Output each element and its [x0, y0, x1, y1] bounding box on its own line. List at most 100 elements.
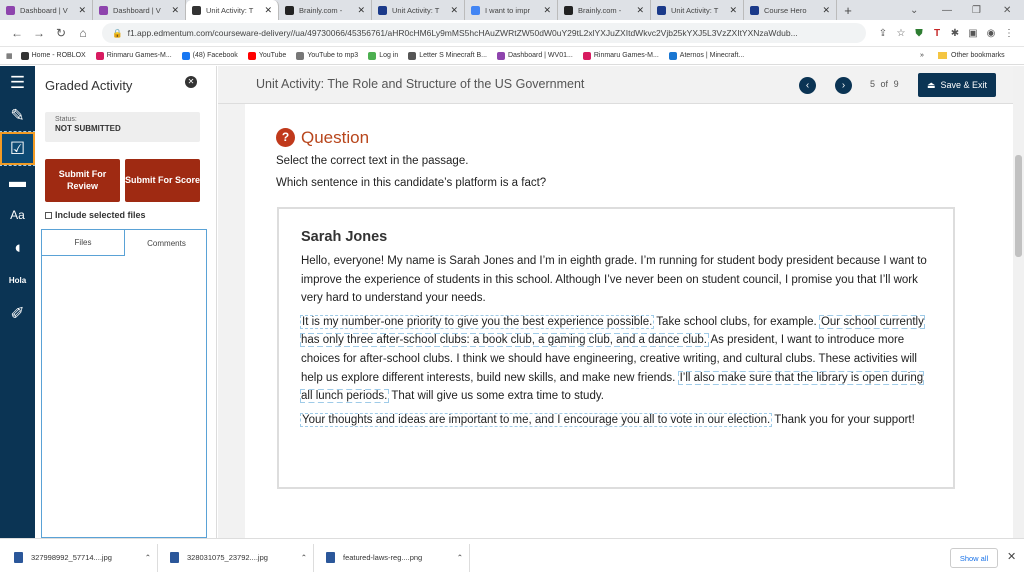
bookmark-item[interactable]: Rinmaru Games-M... — [582, 51, 659, 60]
page-indicator: 5 of 9 — [870, 79, 899, 89]
bookmark-favicon-icon — [247, 51, 256, 60]
text-to-speech-icon[interactable]: ◖ — [0, 231, 35, 264]
tab-files[interactable]: Files — [42, 230, 125, 256]
home-icon[interactable]: ⌂ — [72, 26, 94, 40]
scroll-thumb[interactable] — [1015, 155, 1022, 257]
browser-tab[interactable]: Dashboard | V ✕ — [0, 0, 93, 20]
browser-tab[interactable]: I want to impr ✕ — [465, 0, 558, 20]
list-menu-icon[interactable]: ☰ — [0, 66, 35, 99]
reload-icon[interactable]: ↻ — [50, 26, 72, 40]
tab-close-icon[interactable]: ✕ — [636, 5, 644, 16]
status-box: Status: NOT SUBMITTED — [45, 112, 200, 142]
passage-box: Sarah Jones Hello, everyone! My name is … — [277, 207, 955, 489]
download-filename: featured-laws-reg....png — [343, 553, 423, 562]
tab-favicon-icon — [285, 5, 294, 15]
bookmark-label: YouTube to mp3 — [307, 52, 359, 59]
tab-title: Unit Activity: T — [206, 5, 254, 15]
tab-close-icon[interactable]: ✕ — [357, 5, 365, 16]
close-downloads-icon[interactable]: ✕ — [1007, 550, 1016, 563]
dictionary-icon[interactable]: Aa — [0, 198, 35, 231]
extensions-puzzle-icon[interactable]: ✱ — [946, 28, 964, 39]
bookmark-star-icon[interactable]: ☆ — [892, 28, 910, 39]
highlighter-icon[interactable]: ✐ — [0, 297, 35, 330]
graded-activity-icon[interactable]: ☑ — [0, 131, 36, 166]
extension-tp-icon[interactable]: T — [928, 28, 946, 39]
selectable-sentence[interactable]: Your thoughts and ideas are important to… — [299, 412, 773, 427]
browser-tab[interactable]: Unit Activity: T ✕ — [651, 0, 744, 20]
bookmark-item[interactable]: YouTube to mp3 — [296, 51, 359, 60]
submit-for-review-button[interactable]: Submit For Review — [45, 159, 120, 202]
other-bookmarks[interactable]: Other bookmarks — [938, 52, 1005, 59]
shield-extension-icon[interactable]: ⛊ — [910, 28, 928, 39]
download-item[interactable]: 328031075_23792....jpg ⌃ — [164, 543, 314, 572]
tab-close-icon[interactable]: ✕ — [264, 5, 272, 16]
folder-icon[interactable]: ▬ — [0, 165, 35, 198]
more-bookmarks-icon[interactable]: » — [920, 52, 924, 59]
chevron-up-icon[interactable]: ⌃ — [145, 553, 151, 562]
forward-icon[interactable]: → — [28, 26, 50, 40]
tab-close-icon[interactable]: ✕ — [729, 5, 737, 16]
side-panel-icon[interactable]: ▣ — [964, 28, 982, 39]
tab-close-icon[interactable]: ✕ — [543, 5, 551, 16]
menu-kebab-icon[interactable]: ⋮ — [1000, 28, 1018, 39]
bookmark-favicon-icon — [368, 51, 377, 60]
next-page-icon[interactable]: › — [835, 77, 852, 94]
bookmark-item[interactable]: Rinmaru Games-M... — [95, 51, 172, 60]
notepad-icon[interactable]: ✎ — [0, 99, 35, 132]
bookmark-item[interactable]: Log in — [368, 51, 399, 60]
translate-hola-icon[interactable]: Hola — [0, 264, 35, 297]
tab-search-icon[interactable]: ⌄ — [910, 0, 918, 20]
tab-title: Unit Activity: T — [392, 5, 440, 15]
show-all-button[interactable]: Show all — [950, 548, 998, 568]
tab-close-icon[interactable]: ✕ — [171, 5, 179, 16]
browser-tab[interactable]: Dashboard | V ✕ — [93, 0, 186, 20]
save-exit-button[interactable]: ⏏ Save & Exit — [918, 73, 996, 97]
bookmark-item[interactable]: YouTube — [247, 51, 286, 60]
bookmark-label: Log in — [379, 52, 399, 59]
unit-title: Unit Activity: The Role and Structure of… — [256, 77, 585, 91]
tab-close-icon[interactable]: ✕ — [450, 5, 458, 16]
close-panel-icon[interactable]: ✕ — [185, 76, 197, 88]
bookmark-item[interactable]: Dashboard | WV01... — [496, 51, 573, 60]
question-label: Question — [301, 128, 370, 147]
url-field[interactable]: 🔒 f1.app.edmentum.com/courseware-delivery… — [102, 23, 866, 43]
static-sentence: That will give us some extra time to stu… — [391, 390, 604, 403]
tab-title: I want to impr — [485, 5, 531, 15]
page-scrollbar[interactable] — [1013, 66, 1024, 538]
bookmark-label: (48) Facebook — [192, 52, 238, 59]
submit-for-score-button[interactable]: Submit For Score — [125, 159, 200, 202]
browser-tab[interactable]: Unit Activity: T ✕ — [186, 0, 279, 20]
bookmark-item[interactable]: Letter S Minecraft B... — [408, 51, 487, 60]
chevron-up-icon[interactable]: ⌃ — [457, 553, 463, 562]
tab-close-icon[interactable]: ✕ — [78, 5, 86, 16]
bookmark-item[interactable]: (48) Facebook — [181, 51, 238, 60]
tab-favicon-icon — [6, 5, 15, 15]
page-current: 5 — [870, 79, 876, 89]
restore-icon[interactable]: ❐ — [972, 0, 981, 20]
browser-tab[interactable]: Course Hero ✕ — [744, 0, 837, 20]
previous-page-icon[interactable]: ‹ — [799, 77, 816, 94]
close-window-icon[interactable]: ✕ — [1003, 0, 1011, 20]
bookmark-item[interactable]: Aternos | Minecraft... — [668, 51, 744, 60]
browser-tab[interactable]: Brainly.com - ✕ — [558, 0, 651, 20]
lock-icon: 🔒 — [112, 27, 123, 38]
back-icon[interactable]: ← — [6, 26, 28, 40]
include-files-checkbox[interactable] — [45, 211, 52, 219]
new-tab-button[interactable]: + — [837, 0, 859, 20]
edmentum-app: ☰ ✎ ☑ ▬ Aa ◖ Hola ✐ Graded Activity ✕ St… — [0, 66, 1024, 538]
bookmarks-bar: ▦ Home - ROBLOX Rinmaru Games-M... (48) Fa… — [0, 47, 1024, 65]
browser-tab[interactable]: Unit Activity: T ✕ — [372, 0, 465, 20]
download-item[interactable]: featured-laws-reg....png ⌃ — [320, 543, 470, 572]
share-icon[interactable]: ⇪ — [874, 28, 892, 39]
download-filename: 327998992_57714....jpg — [31, 553, 112, 562]
bookmark-item[interactable]: Home - ROBLOX — [20, 51, 86, 60]
tab-comments[interactable]: Comments — [125, 230, 208, 256]
tab-close-icon[interactable]: ✕ — [822, 5, 830, 16]
download-item[interactable]: 327998992_57714....jpg ⌃ — [8, 543, 158, 572]
minimize-icon[interactable]: — — [942, 0, 952, 20]
browser-tab[interactable]: Brainly.com - ✕ — [279, 0, 372, 20]
chevron-up-icon[interactable]: ⌃ — [301, 553, 307, 562]
selectable-sentence[interactable]: It is my number-one priority to give you… — [299, 314, 655, 329]
apps-icon[interactable]: ▦ — [6, 52, 13, 60]
profile-avatar-icon[interactable]: ◉ — [982, 28, 1000, 39]
